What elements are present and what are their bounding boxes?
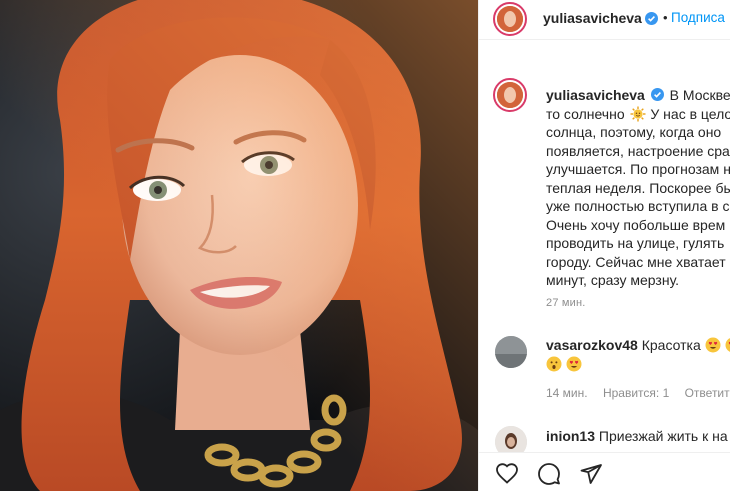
comment-item: vasarozkov48 Красотка 14 мин. Нравится: … [479,334,730,404]
post-side-panel: yuliasavicheva • Подписа yuliasavicheva [478,0,730,491]
caption-text-line: появляется, настроение сра [546,142,730,159]
caption-timestamp[interactable]: 27 мин. [546,297,586,309]
caption-text-line: В Москве н [669,87,730,103]
post-photo[interactable] [0,0,478,491]
comment-reply-button[interactable]: Ответит [685,386,730,400]
caption-text-line: то солнечно [546,105,625,122]
caption-text-line: уже полностью вступила в с [546,198,730,214]
comment-username[interactable]: vasarozkov48 [546,337,638,353]
caption-text-line: У нас в цело [650,105,730,122]
heart-eyes-emoji-icon [725,337,730,353]
comment-text: Красотка [641,337,701,353]
caption-text-line: Очень хочу побольше врем [546,216,726,233]
caption-line-2: то солнечно У нас в цело [546,105,730,124]
post-caption: yuliasavicheva В Москве н то солнечно [546,86,730,290]
caption-username[interactable]: yuliasavicheva [546,87,645,103]
comment-meta: 14 мин. Нравится: 1 Ответит [546,386,730,400]
caption-text-line: проводить на улице, гулять [546,235,725,251]
portrait-image [0,0,478,491]
comment-username[interactable]: inion13 [546,428,595,444]
instagram-post-view: yuliasavicheva • Подписа yuliasavicheva [0,0,730,491]
avatar-photo-icon [497,82,523,108]
caption-text-line: минут, сразу мерзну. [546,272,680,288]
heart-eyes-emoji-icon [566,356,582,372]
author-username[interactable]: yuliasavicheva [543,10,642,26]
caption-text-line: теплая неделя. Поскорее бы [546,179,730,196]
follow-button[interactable]: Подписа [671,10,725,25]
verified-badge-icon [645,12,658,25]
author-avatar[interactable] [493,2,527,36]
comment-text: Приезжай жить к на [598,428,728,444]
share-icon[interactable] [579,462,603,486]
avatar-photo-icon [497,6,523,32]
astonished-emoji-icon [546,356,562,372]
comment-item: inion13 Приезжай жить к на [479,424,730,458]
caption-line-1: yuliasavicheva В Москве н [546,86,730,105]
comment-icon[interactable] [537,462,561,486]
caption-text-line: солнца, поэтому, когда оно [546,124,722,140]
comment-emoji-line [546,355,582,374]
heart-eyes-emoji-icon [705,337,721,353]
avatar-photo-icon [495,336,527,368]
verified-badge-icon [650,88,664,101]
header-separator: • [663,10,668,25]
post-header: yuliasavicheva • Подписа [479,0,730,40]
comment-likes-count[interactable]: Нравится: 1 [603,386,669,400]
post-action-bar [479,452,730,491]
caption-text-line: городу. Сейчас мне хватает [546,253,726,270]
heart-icon[interactable] [495,462,519,486]
comment-timestamp[interactable]: 14 мин. [546,386,588,400]
comment-body: inion13 Приезжай жить к на [546,427,728,446]
sun-face-emoji-icon [630,106,645,121]
caption-avatar[interactable] [493,78,527,112]
caption-text-line: улучшается. По прогнозам н [546,161,730,177]
commenter-avatar[interactable] [495,336,527,368]
comment-body: vasarozkov48 Красотка [546,336,730,355]
